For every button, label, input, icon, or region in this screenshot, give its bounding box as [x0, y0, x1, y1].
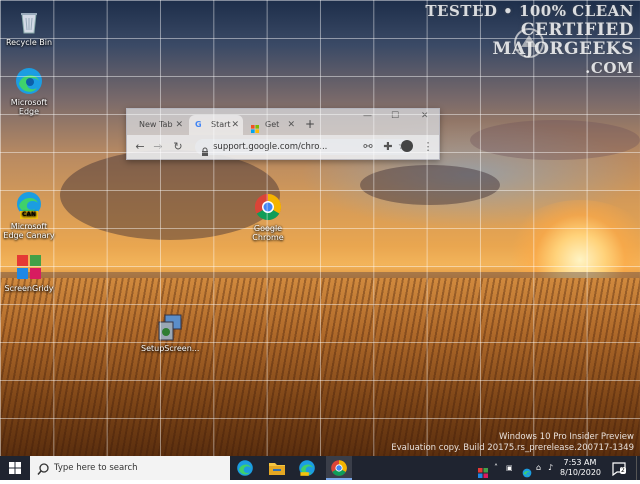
back-arrow-icon[interactable]: ←: [133, 140, 147, 154]
profile-avatar-icon[interactable]: [401, 140, 413, 152]
start-button[interactable]: [0, 456, 30, 480]
desktop-icon-label: Microsoft Edge Canary: [3, 222, 55, 240]
url-text: support.google.com/chro...: [213, 142, 328, 152]
tray-edge-icon[interactable]: [522, 463, 532, 478]
notification-count-badge: 2: [620, 467, 626, 474]
desktop-icon-screengridy[interactable]: ScreenGridy: [0, 252, 58, 293]
taskbar: Type here to search ˄ ▣ ⌂ ♪ 7:53 AM 8/10…: [0, 456, 640, 480]
chrome-window[interactable]: New Tab ✕ G Start ✕ Get ✕ + — ☐ ✕ ← → ↻ …: [126, 108, 440, 160]
screengridy-icon: [14, 252, 44, 282]
new-tab-button[interactable]: +: [305, 117, 315, 131]
tab-new-tab[interactable]: New Tab ✕: [133, 115, 187, 135]
screengridy-tray-icon[interactable]: [478, 463, 488, 478]
minimize-button[interactable]: —: [363, 111, 372, 121]
close-tab-icon[interactable]: ✕: [287, 115, 295, 135]
reload-icon[interactable]: ↻: [171, 140, 185, 154]
windows-logo-icon: [9, 462, 21, 474]
wheat-field: [0, 278, 640, 456]
canary-badge: CAN: [20, 211, 39, 219]
maximize-button[interactable]: ☐: [391, 111, 399, 121]
taskbar-edge-canary-icon[interactable]: [298, 459, 316, 477]
file-explorer-icon[interactable]: [268, 460, 286, 476]
volume-icon[interactable]: ♪: [548, 456, 553, 480]
taskbar-clock[interactable]: 7:53 AM 8/10/2020: [560, 458, 602, 478]
chevron-up-icon[interactable]: ˄: [494, 456, 498, 480]
desktop-icon-recycle-bin[interactable]: Recycle Bin: [0, 6, 58, 47]
tab-strip: New Tab ✕ G Start ✕ Get ✕ + — ☐ ✕: [127, 109, 439, 135]
tray-app-icon[interactable]: ▣: [506, 456, 513, 480]
clock-date: 8/10/2020: [560, 468, 602, 477]
action-center-icon[interactable]: 2: [612, 461, 626, 477]
watermark-line: .COM: [585, 59, 634, 77]
tab-label: New Tab: [139, 120, 173, 129]
close-tab-icon[interactable]: ✕: [175, 115, 183, 135]
watermark-line: CERTIFIED: [520, 20, 634, 40]
desktop-icon-label: ScreenGridy: [4, 284, 54, 293]
close-tab-icon[interactable]: ✕: [231, 115, 239, 135]
desktop-icon-label: Google Chrome: [252, 224, 284, 242]
build-line: Windows 10 Pro Insider Preview: [499, 432, 634, 442]
tab-start[interactable]: G Start ✕: [189, 115, 243, 135]
close-window-button[interactable]: ✕: [421, 111, 429, 121]
watermark-line: MAJORGEEKS: [492, 39, 634, 59]
network-icon[interactable]: ⌂: [536, 456, 541, 480]
extension-icon[interactable]: ⚯: [361, 140, 375, 154]
puzzle-extensions-icon[interactable]: ✚: [381, 140, 395, 154]
desktop-icon-label: Microsoft Edge: [10, 98, 48, 116]
build-line: Evaluation copy. Build 20175.rs_prerelea…: [391, 443, 634, 453]
recycle-bin-icon: [14, 6, 44, 36]
cloud: [360, 165, 500, 205]
windows-build-info: Windows 10 Pro Insider Preview Evaluatio…: [391, 432, 634, 454]
setup-icon: [155, 312, 185, 342]
menu-kebab-icon[interactable]: ⋮: [421, 140, 435, 154]
desktop-icon-edge-canary[interactable]: CAN Microsoft Edge Canary: [0, 190, 58, 240]
desktop-icon-label: Recycle Bin: [5, 38, 53, 47]
desktop-icon-setup[interactable]: SetupScreen...: [141, 312, 199, 353]
browser-toolbar: ← → ↻ support.google.com/chro... ☆ ⚯ ✚ ⋮: [127, 135, 439, 159]
microsoft-logo-icon: [251, 121, 259, 133]
cloud: [470, 120, 640, 160]
search-icon: [37, 461, 49, 475]
edge-icon: [14, 66, 44, 96]
taskbar-edge-icon[interactable]: [236, 459, 254, 477]
majorgeeks-watermark: TESTED • 100% CLEAN CERTIFIED MAJORGEEKS…: [425, 2, 634, 78]
desktop-icon-chrome[interactable]: Google Chrome: [239, 192, 297, 242]
show-desktop-button[interactable]: [636, 456, 640, 480]
watermark-line: TESTED • 100% CLEAN: [425, 2, 634, 20]
desktop: TESTED • 100% CLEAN CERTIFIED MAJORGEEKS…: [0, 0, 640, 456]
edge-canary-icon: CAN: [14, 190, 44, 220]
tab-get[interactable]: Get ✕: [245, 115, 299, 135]
search-placeholder: Type here to search: [54, 463, 138, 473]
clock-time: 7:53 AM: [563, 458, 597, 467]
desktop-icon-edge[interactable]: Microsoft Edge: [0, 66, 58, 116]
taskbar-chrome-icon[interactable]: [326, 456, 352, 480]
chrome-icon: [253, 192, 283, 222]
forward-arrow-icon[interactable]: →: [151, 140, 165, 154]
taskbar-search-box[interactable]: Type here to search: [30, 456, 230, 480]
google-g-icon: G: [195, 120, 202, 129]
lock-icon: [201, 142, 209, 156]
desktop-icon-label: SetupScreen...: [141, 344, 200, 353]
